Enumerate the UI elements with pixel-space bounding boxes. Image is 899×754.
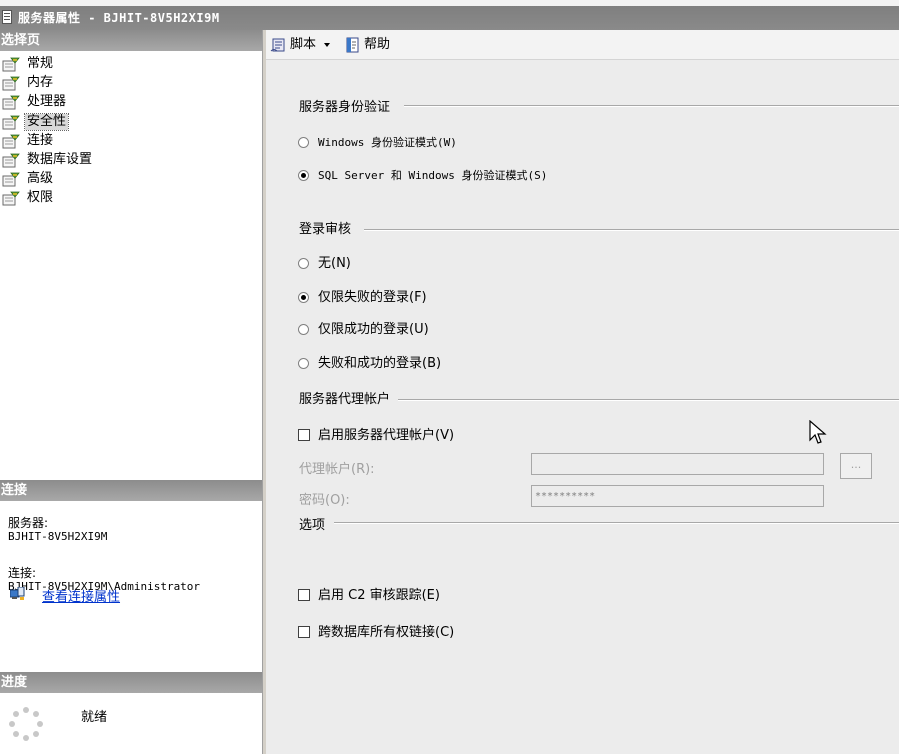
page-icon [2, 153, 20, 168]
c2-audit-checkbox[interactable] [298, 589, 310, 601]
audit-failed-radio[interactable] [298, 292, 309, 303]
help-icon [346, 37, 359, 53]
proxy-group-line [398, 399, 899, 401]
audit-both-radio[interactable] [298, 358, 309, 369]
page-label: 连接 [27, 133, 54, 148]
auth-windows-label: Windows 身份验证模式(W) [318, 136, 457, 149]
audit-failed-label: 仅限失败的登录(F) [318, 290, 427, 305]
page-label: 权限 [27, 190, 54, 205]
options-group-title: 选项 [299, 514, 332, 533]
audit-success-radio[interactable] [298, 324, 309, 335]
audit-group-title: 登录审核 [299, 218, 358, 237]
page-icon [2, 57, 20, 72]
window-title: 服务器属性 - BJHIT-8V5H2XI9M [18, 11, 220, 25]
proxy-browse-button[interactable]: ... [840, 453, 872, 479]
view-connection-properties-link[interactable]: 查看连接属性 [42, 586, 120, 605]
password-input[interactable] [532, 486, 823, 506]
connection-header-label: 连接 [1, 483, 28, 498]
window-title-bar[interactable]: 服务器属性 - BJHIT-8V5H2XI9M [0, 0, 899, 30]
auth-windows-radio[interactable] [298, 137, 309, 148]
options-group-line [334, 522, 899, 524]
select-page-header-label: 选择页 [1, 33, 41, 48]
page-icon [2, 191, 20, 206]
audit-success-label: 仅限成功的登录(U) [318, 322, 429, 337]
auth-mixed-radio[interactable] [298, 170, 309, 181]
proxy-enable-label: 启用服务器代理帐户(V) [318, 428, 455, 443]
auth-group-line [404, 105, 899, 107]
script-icon [270, 38, 285, 52]
script-label: 脚本 [290, 37, 317, 52]
proxy-group-title: 服务器代理帐户 [299, 388, 397, 407]
toolbar: 脚本 帮助 [266, 30, 899, 60]
page-label: 高级 [27, 171, 54, 186]
progress-header: 进度 [0, 672, 262, 693]
page-label: 数据库设置 [27, 152, 93, 167]
proxy-enable-checkbox[interactable] [298, 429, 310, 441]
audit-both-label: 失败和成功的登录(B) [318, 356, 442, 371]
auth-mixed-label: SQL Server 和 Windows 身份验证模式(S) [318, 169, 548, 182]
cross-db-label: 跨数据库所有权链接(C) [318, 625, 455, 640]
page-icon [2, 76, 20, 91]
select-page-header: 选择页 [0, 30, 262, 51]
script-dropdown-icon[interactable] [324, 43, 330, 47]
password-label: 密码(O): [299, 493, 350, 508]
proxy-account-field[interactable] [531, 453, 824, 475]
audit-group-line [364, 229, 899, 231]
page-icon [2, 115, 20, 130]
window-icon [2, 10, 12, 24]
auth-group-title: 服务器身份验证 [299, 96, 397, 115]
help-button[interactable]: 帮助 [344, 35, 404, 55]
proxy-account-label: 代理帐户(R): [299, 462, 375, 477]
page-label: 内存 [27, 75, 54, 90]
cross-db-checkbox[interactable] [298, 626, 310, 638]
page-label: 安全性 [23, 113, 70, 131]
progress-status: 就绪 [81, 710, 108, 725]
audit-none-radio[interactable] [298, 258, 309, 269]
page-label: 处理器 [27, 94, 67, 109]
connection-properties-icon [10, 587, 25, 600]
progress-header-label: 进度 [1, 675, 28, 690]
server-label: 服务器: [8, 516, 49, 530]
page-icon [2, 172, 20, 187]
page-icon [2, 134, 20, 149]
help-label: 帮助 [364, 37, 391, 52]
proxy-account-input[interactable] [532, 454, 823, 474]
server-value: BJHIT-8V5H2XI9M [8, 530, 108, 543]
page-icon [2, 95, 20, 110]
connection-label: 连接: [8, 566, 37, 580]
page-label: 常规 [27, 56, 54, 71]
c2-audit-label: 启用 C2 审核跟踪(E) [318, 588, 440, 603]
mouse-cursor-icon [809, 420, 827, 444]
audit-none-label: 无(N) [318, 256, 351, 271]
server-info: 服务器: BJHIT-8V5H2XI9M [8, 516, 107, 544]
connection-header: 连接 [0, 480, 262, 501]
progress-spinner-icon [9, 707, 43, 741]
password-field[interactable] [531, 485, 824, 507]
